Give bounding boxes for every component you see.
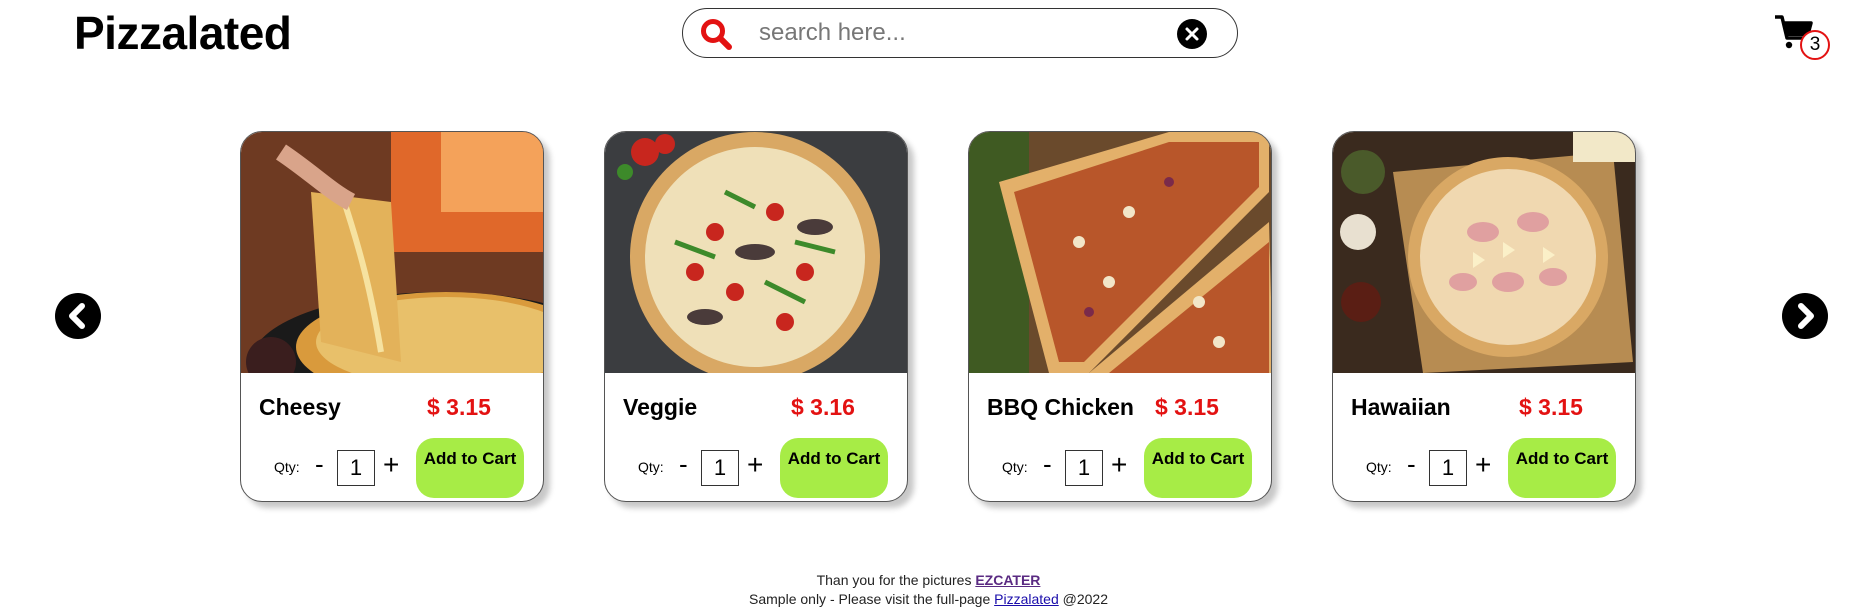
cart-button[interactable]: 3	[1774, 14, 1838, 60]
qty-decrement-button[interactable]: -	[1407, 450, 1416, 478]
qty-decrement-button[interactable]: -	[315, 450, 324, 478]
product-price: $ 3.15	[1519, 394, 1583, 420]
carousel-next-button[interactable]	[1782, 293, 1828, 339]
qty-input[interactable]	[337, 450, 375, 486]
product-card-veggie: Veggie $ 3.16 Qty: - + Add to Cart	[604, 131, 908, 502]
pizzalated-link[interactable]: Pizzalated	[994, 591, 1059, 607]
product-name: Cheesy	[259, 394, 341, 420]
carousel-prev-button[interactable]	[55, 293, 101, 339]
product-price: $ 3.16	[791, 394, 855, 420]
qty-input[interactable]	[1065, 450, 1103, 486]
qty-label: Qty:	[274, 459, 300, 475]
footer: Than you for the pictures EZCATER Sample…	[0, 571, 1857, 609]
qty-label: Qty:	[1002, 459, 1028, 475]
chevron-left-icon	[69, 303, 85, 329]
search-icon[interactable]	[699, 17, 733, 51]
search-input[interactable]	[759, 18, 1139, 48]
product-image-veggie	[605, 132, 907, 373]
product-price: $ 3.15	[1155, 394, 1219, 420]
qty-decrement-button[interactable]: -	[1043, 450, 1052, 478]
cart-count-badge: 3	[1800, 30, 1830, 60]
product-card-cheesy: Cheesy $ 3.15 Qty: - + Add to Cart	[240, 131, 544, 502]
product-name: Veggie	[623, 394, 698, 420]
qty-increment-button[interactable]: +	[747, 450, 763, 480]
footer-notice-text: Sample only - Please visit the full-page	[749, 591, 991, 607]
product-image-hawaiian	[1333, 132, 1635, 373]
close-icon[interactable]	[1177, 19, 1207, 49]
add-to-cart-button[interactable]: Add to Cart	[1144, 438, 1252, 498]
add-to-cart-button[interactable]: Add to Cart	[1508, 438, 1616, 498]
add-to-cart-button[interactable]: Add to Cart	[780, 438, 888, 498]
search-bar	[682, 8, 1238, 58]
qty-input[interactable]	[1429, 450, 1467, 486]
qty-increment-button[interactable]: +	[1475, 450, 1491, 480]
product-name: Hawaiian	[1351, 394, 1451, 420]
chevron-right-icon	[1798, 303, 1814, 329]
qty-input[interactable]	[701, 450, 739, 486]
footer-notice-line: Sample only - Please visit the full-page…	[0, 590, 1857, 609]
ezcater-link[interactable]: EZCATER	[975, 572, 1040, 588]
product-name: BBQ Chicken	[987, 394, 1134, 420]
product-card-bbq-chicken: BBQ Chicken $ 3.15 Qty: - + Add to Cart	[968, 131, 1272, 502]
qty-label: Qty:	[638, 459, 664, 475]
product-card-hawaiian: Hawaiian $ 3.15 Qty: - + Add to Cart	[1332, 131, 1636, 502]
footer-credits-text: Than you for the pictures	[816, 572, 972, 588]
product-image-cheesy	[241, 132, 543, 373]
product-price: $ 3.15	[427, 394, 491, 420]
brand-logo[interactable]: Pizzalated	[74, 6, 292, 60]
qty-decrement-button[interactable]: -	[679, 450, 688, 478]
product-image-bbq-chicken	[969, 132, 1271, 373]
footer-copyright: @2022	[1062, 591, 1108, 607]
footer-credits-line: Than you for the pictures EZCATER	[0, 571, 1857, 590]
qty-label: Qty:	[1366, 459, 1392, 475]
qty-increment-button[interactable]: +	[1111, 450, 1127, 480]
qty-increment-button[interactable]: +	[383, 450, 399, 480]
add-to-cart-button[interactable]: Add to Cart	[416, 438, 524, 498]
